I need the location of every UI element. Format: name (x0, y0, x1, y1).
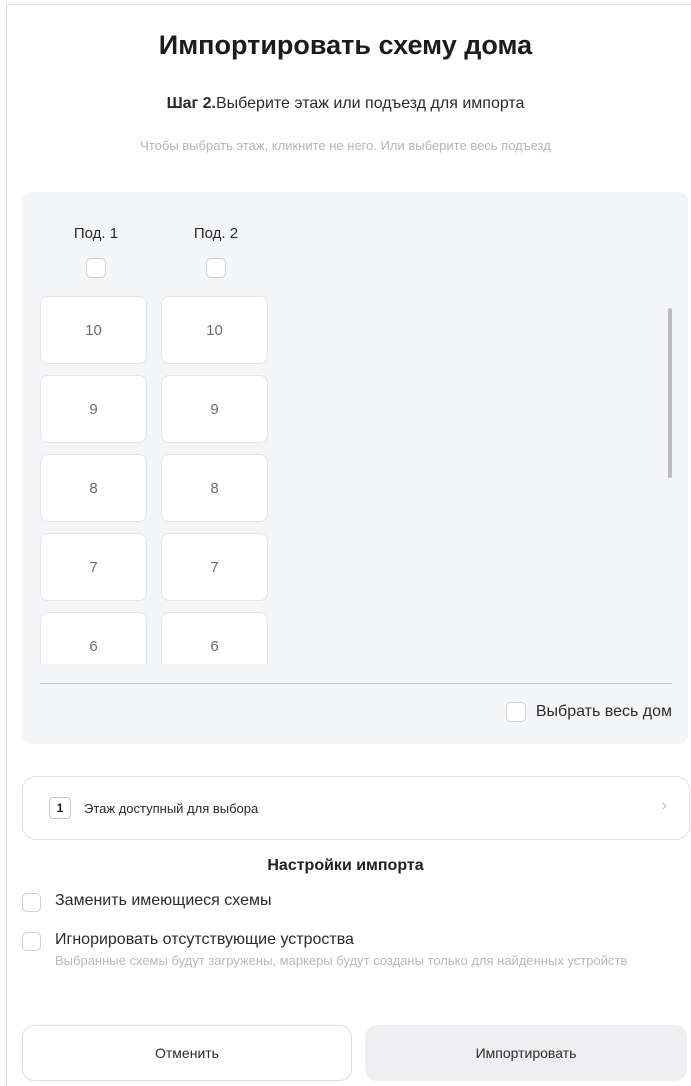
entrance-2-checkbox[interactable] (206, 258, 226, 278)
import-settings-title: Настройки импорта (267, 857, 424, 874)
step-text: Выберите этаж или подъезд для импорта (216, 95, 525, 112)
floor-button[interactable]: 10 (40, 296, 147, 364)
floor-button[interactable]: 6 (40, 612, 147, 664)
floor-selection-panel: Под. 1 Под. 2 10 10 9 9 8 8 7 7 6 6 Выбр… (22, 192, 688, 744)
ignore-missing-label: Игнорировать отсутствующие устроства (55, 931, 354, 948)
select-whole-house-label: Выбрать весь дом (535, 703, 672, 720)
step-number: Шаг 2. (166, 95, 216, 112)
chevron-right-icon: › (661, 797, 667, 814)
floor-button[interactable]: 9 (161, 375, 268, 443)
entrance-1-label: Под. 1 (73, 225, 119, 242)
import-button[interactable]: Импортировать (365, 1025, 687, 1081)
dialog-title: Импортировать схему дома (158, 30, 533, 60)
step-instruction: Шаг 2.Выберите этаж или подъезд для импо… (0, 95, 691, 113)
floors-scroll-area[interactable]: 10 10 9 9 8 8 7 7 6 6 (40, 296, 672, 664)
floor-button[interactable]: 9 (40, 375, 147, 443)
replace-existing-option[interactable]: Заменить имеющиеся схемы (22, 892, 272, 912)
entrance-2-label: Под. 2 (193, 225, 239, 242)
floor-button[interactable]: 6 (161, 612, 268, 664)
available-floors-row[interactable]: 1 Этаж доступный для выбора › (22, 776, 690, 840)
floors-scrollbar[interactable] (668, 308, 672, 478)
floor-button[interactable]: 7 (40, 533, 147, 601)
selection-hint: Чтобы выбрать этаж, кликните не него. Ил… (140, 138, 551, 153)
panel-divider (40, 683, 672, 684)
cancel-button[interactable]: Отменить (22, 1025, 352, 1081)
available-count-badge: 1 (49, 797, 71, 819)
floor-button[interactable]: 10 (161, 296, 268, 364)
ignore-missing-checkbox[interactable] (22, 932, 41, 951)
available-floors-label: Этаж доступный для выбора (84, 800, 259, 816)
ignore-missing-description: Выбранные схемы будут загружены, маркеры… (55, 953, 628, 968)
ignore-missing-option[interactable]: Игнорировать отсутствующие устроства Выб… (22, 931, 675, 969)
entrance-1-checkbox[interactable] (86, 258, 106, 278)
select-whole-house-checkbox[interactable] (505, 702, 526, 722)
select-whole-house[interactable]: Выбрать весь дом (505, 702, 672, 722)
floor-button[interactable]: 7 (161, 533, 268, 601)
floor-button[interactable]: 8 (161, 454, 268, 522)
floor-button[interactable]: 8 (40, 454, 147, 522)
replace-existing-label: Заменить имеющиеся схемы (55, 892, 272, 909)
replace-existing-checkbox[interactable] (22, 893, 41, 912)
